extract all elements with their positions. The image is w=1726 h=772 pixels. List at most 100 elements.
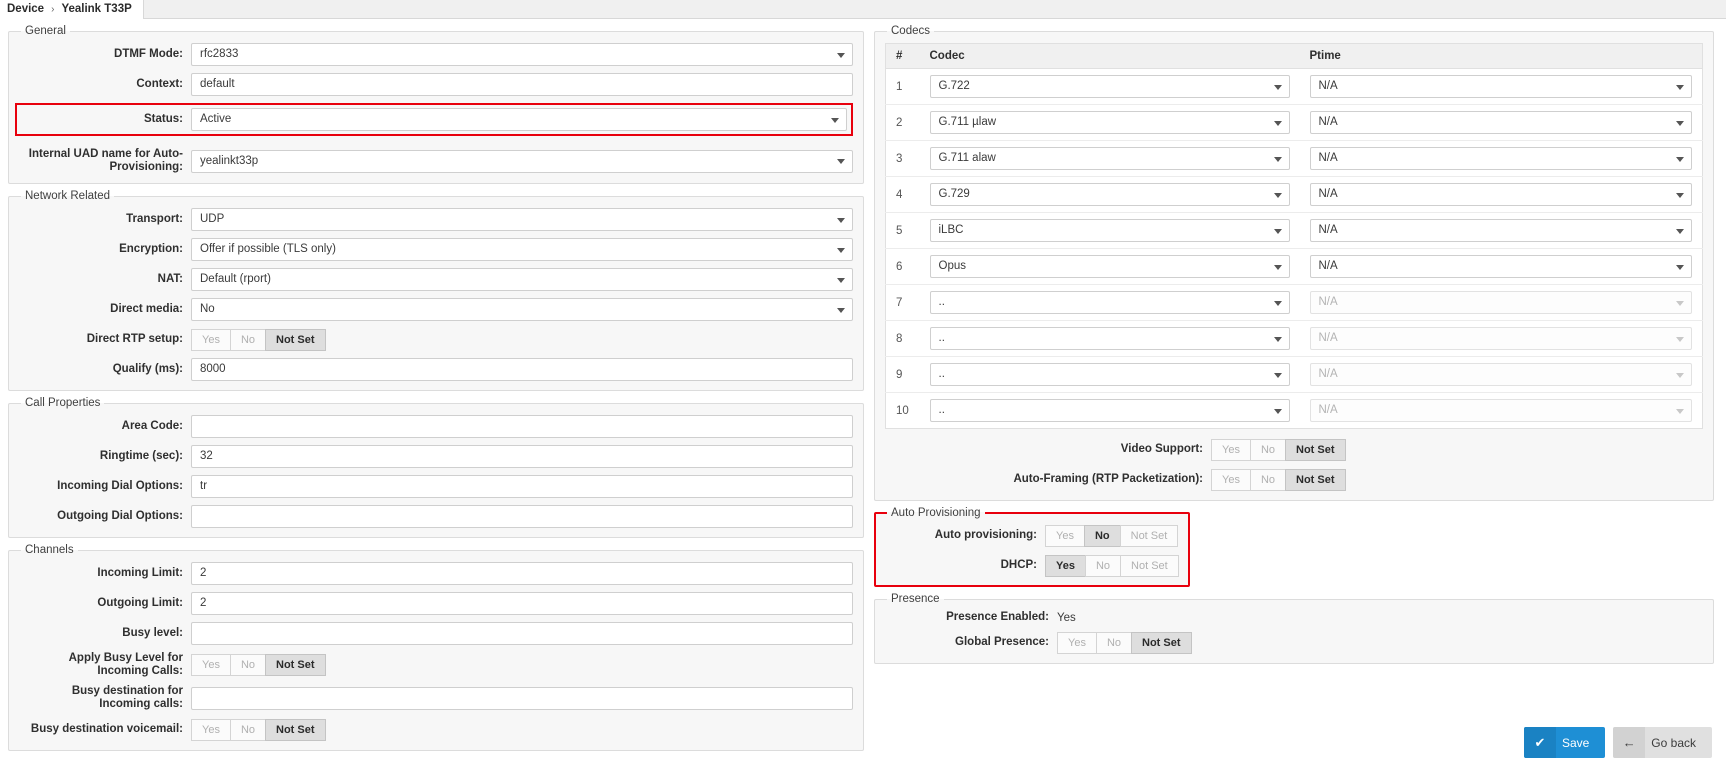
chevron-down-icon	[1273, 156, 1282, 162]
codec-row: 10.. N/A	[886, 393, 1703, 429]
codec-value: G.722	[938, 80, 970, 92]
direct-rtp-setup-toggle[interactable]: Yes No Not Set	[191, 328, 326, 351]
ptime-select[interactable]: N/A	[1309, 183, 1692, 206]
field-dhcp: DHCP: Yes No Not Set	[885, 554, 1179, 577]
encryption-select[interactable]: Offer if possible (TLS only)	[191, 238, 853, 261]
incoming-limit-input[interactable]: 2	[191, 562, 853, 585]
codec-row: 4 G.729 N/A	[885, 176, 1703, 213]
ptime-select[interactable]: N/A	[1309, 111, 1692, 134]
save-button[interactable]: ✔ Save	[1523, 727, 1606, 758]
section-channels-legend: Channels	[25, 544, 74, 556]
ringtime-input[interactable]: 32	[191, 445, 853, 468]
ptime-select[interactable]: N/A	[1309, 75, 1692, 98]
qualify-input[interactable]: 8000	[191, 358, 853, 381]
field-busy-destination: Busy destination for Incoming calls:	[19, 685, 853, 711]
go-back-button[interactable]: ← Go back	[1613, 727, 1712, 758]
field-outgoing-limit: Outgoing Limit: 2	[19, 592, 853, 615]
codec-select[interactable]: G.729	[929, 183, 1290, 206]
codec-select[interactable]: G.711 µlaw	[929, 111, 1290, 134]
codec-row-number: 6	[885, 248, 920, 285]
codec-value: G.711 µlaw	[938, 116, 997, 128]
chevron-down-icon	[1676, 228, 1684, 234]
ptime-select[interactable]: N/A	[1309, 219, 1692, 242]
section-codecs-legend: Codecs	[891, 25, 930, 37]
codecs-header-num: #	[885, 43, 920, 69]
apply-busy-level-yes-button[interactable]: Yes	[191, 654, 230, 676]
dhcp-notset-button[interactable]: Not Set	[1120, 554, 1179, 577]
ptime-select[interactable]: N/A	[1309, 255, 1692, 278]
outgoing-limit-input[interactable]: 2	[191, 592, 853, 615]
codec-select[interactable]: ..	[929, 291, 1290, 314]
codec-cell: iLBC	[919, 212, 1300, 249]
apply-busy-level-notset-button[interactable]: Not Set	[265, 654, 326, 676]
codec-select[interactable]: ..	[929, 363, 1290, 386]
codec-row: 6 Opus N/A	[885, 248, 1703, 285]
video-support-label: Video Support:	[1120, 443, 1203, 455]
direct-rtp-notset-button[interactable]: Not Set	[265, 328, 326, 351]
field-encryption: Encryption: Offer if possible (TLS only)	[19, 238, 853, 261]
video-support-yes-button[interactable]: Yes	[1211, 438, 1250, 461]
busy-level-input[interactable]	[191, 622, 853, 645]
status-select[interactable]: Active	[191, 108, 847, 131]
codec-select[interactable]: ..	[929, 399, 1290, 422]
field-dtmf-mode: DTMF Mode: rfc2833	[19, 43, 853, 66]
busy-voicemail-no-button[interactable]: No	[229, 718, 266, 741]
field-auto-framing: Auto-Framing (RTP Packetization): Yes No…	[885, 468, 1703, 491]
global-presence-yes-button[interactable]: Yes	[1057, 631, 1096, 654]
global-presence-notset-button[interactable]: Not Set	[1131, 631, 1192, 654]
chevron-down-icon	[837, 307, 845, 313]
dhcp-yes-button[interactable]: Yes	[1045, 554, 1085, 577]
uad-name-select[interactable]: yealinkt33p	[191, 149, 853, 173]
video-support-notset-button[interactable]: Not Set	[1285, 438, 1346, 461]
video-support-no-button[interactable]: No	[1249, 438, 1286, 461]
codec-value: ..	[938, 296, 945, 308]
auto-provisioning-no-button[interactable]: No	[1083, 524, 1120, 547]
codec-select[interactable]: G.722	[929, 75, 1290, 98]
codec-select[interactable]: iLBC	[929, 219, 1290, 242]
dtmf-mode-select[interactable]: rfc2833	[191, 43, 853, 66]
codec-select[interactable]: G.711 alaw	[929, 147, 1290, 170]
dhcp-toggle[interactable]: Yes No Not Set	[1045, 554, 1179, 577]
dhcp-no-button[interactable]: No	[1084, 554, 1121, 577]
breadcrumb-root[interactable]: Device	[7, 3, 44, 15]
codec-select[interactable]: ..	[929, 327, 1290, 350]
ptime-value: N/A	[1318, 80, 1338, 92]
nat-select[interactable]: Default (rport)	[191, 268, 853, 291]
context-input[interactable]: default	[191, 73, 853, 96]
global-presence-toggle[interactable]: Yes No Not Set	[1057, 631, 1192, 654]
global-presence-no-button[interactable]: No	[1095, 631, 1132, 654]
auto-framing-yes-button[interactable]: Yes	[1211, 468, 1250, 491]
busy-voicemail-notset-button[interactable]: Not Set	[265, 718, 326, 741]
direct-rtp-yes-button[interactable]: Yes	[191, 328, 230, 351]
busy-voicemail-yes-button[interactable]: Yes	[191, 718, 230, 741]
auto-provisioning-yes-button[interactable]: Yes	[1045, 524, 1084, 547]
direct-media-select[interactable]: No	[191, 298, 853, 321]
auto-framing-no-button[interactable]: No	[1249, 468, 1286, 491]
section-channels: Channels Incoming Limit: 2 Outgoing Limi…	[8, 544, 864, 751]
auto-framing-toggle[interactable]: Yes No Not Set	[1211, 468, 1346, 491]
video-support-toggle[interactable]: Yes No Not Set	[1211, 438, 1346, 461]
codec-row-number: 7	[885, 284, 920, 321]
apply-busy-level-toggle[interactable]: Yes No Not Set	[191, 654, 326, 676]
apply-busy-level-no-button[interactable]: No	[229, 654, 266, 676]
busy-destination-input[interactable]	[191, 686, 853, 710]
transport-select[interactable]: UDP	[191, 208, 853, 231]
incoming-dial-options-input[interactable]: tr	[191, 475, 853, 498]
ptime-select[interactable]: N/A	[1309, 147, 1692, 170]
ptime-cell: N/A	[1299, 320, 1703, 357]
auto-provisioning-toggle[interactable]: Yes No Not Set	[1045, 524, 1179, 547]
auto-framing-notset-button[interactable]: Not Set	[1285, 468, 1346, 491]
field-outgoing-dial-options: Outgoing Dial Options:	[19, 505, 853, 528]
ptime-cell: N/A	[1299, 356, 1703, 393]
auto-provisioning-notset-button[interactable]: Not Set	[1119, 524, 1179, 547]
busy-voicemail-toggle[interactable]: Yes No Not Set	[191, 718, 326, 741]
direct-rtp-no-button[interactable]: No	[229, 328, 266, 351]
codec-row-number: 4	[885, 176, 920, 213]
codec-row-number: 5	[885, 212, 920, 249]
outgoing-dial-options-input[interactable]	[191, 505, 853, 528]
codec-select[interactable]: Opus	[929, 255, 1290, 278]
area-code-input[interactable]	[191, 415, 853, 438]
codec-value: iLBC	[938, 224, 964, 236]
ptime-select: N/A	[1309, 291, 1692, 314]
uad-name-label: Internal UAD name for Auto-Provisioning:	[28, 148, 183, 173]
